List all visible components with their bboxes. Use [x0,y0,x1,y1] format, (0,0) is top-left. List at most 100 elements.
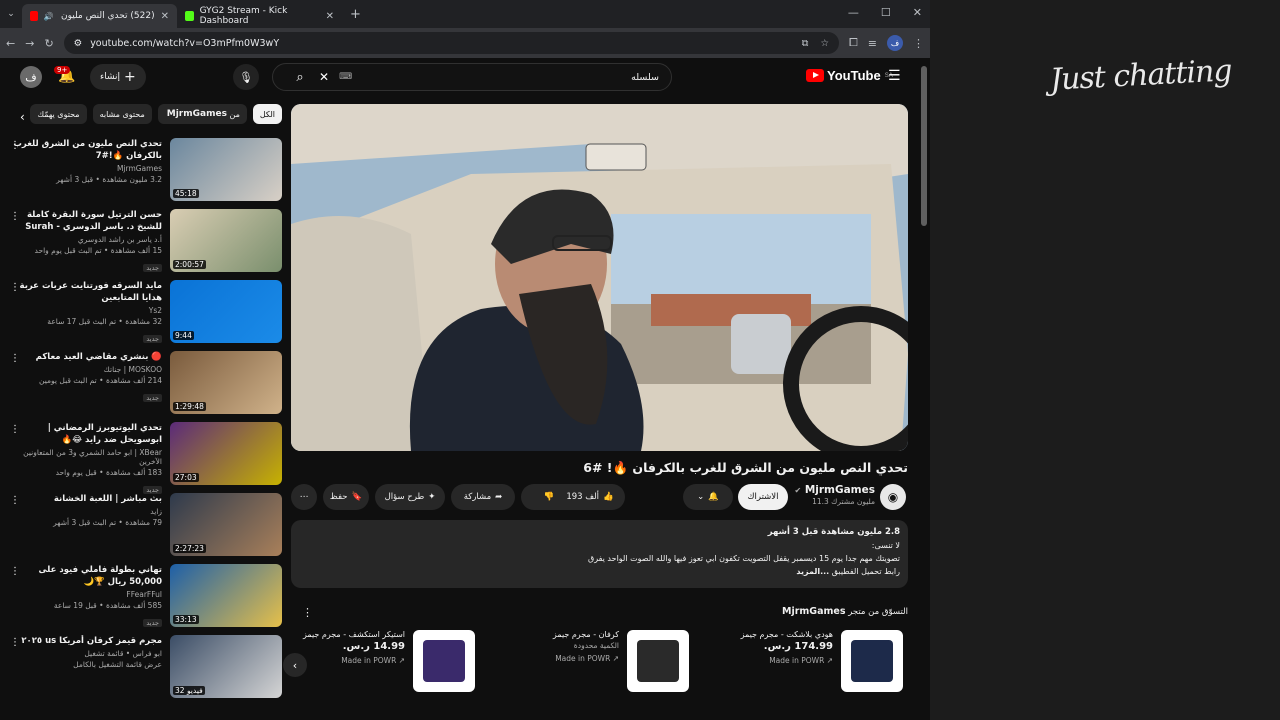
browser-profile-avatar[interactable]: ف [887,35,903,51]
address-bar[interactable]: ⚙ youtube.com/watch?v=O3mPfm0W3wY ⧉ ☆ [63,32,839,54]
channel-name[interactable]: أ.د ياسر بن راشد الدوسري [12,235,162,244]
voice-search-button[interactable]: 🎙 [233,64,259,90]
subscribe-button[interactable]: الاشتراك [738,484,788,510]
product-image[interactable] [841,630,903,692]
video-thumbnail[interactable]: 2:27:23 [170,493,282,556]
page-scrollbar[interactable] [918,58,930,720]
channel-name[interactable]: Ys2 [12,306,162,315]
video-title[interactable]: حسن الترتيل سورة البقرة كاملة للشيخ د. ي… [12,209,162,233]
like-button[interactable]: 193 ألف 👍 [555,484,625,510]
channel-avatar[interactable]: ◉ [880,484,906,510]
bookmark-star-icon[interactable]: ☆ [820,38,829,49]
product-image[interactable] [413,630,475,692]
channel-name[interactable]: MOSKOO | جناتك [12,365,162,374]
search-button[interactable]: ⌕ [285,64,315,90]
video-thumbnail[interactable]: 2:00:57 [170,209,282,272]
tab-kick[interactable]: GYG2 Stream - Kick Dashboard ✕ [177,4,342,28]
video-title[interactable]: تهاني بطولة فاملي فيود على 50,000 ريال 🏆… [12,564,162,588]
create-label: إنشاء [100,72,121,82]
keyboard-icon[interactable]: ⌨ [339,72,352,82]
channel-name[interactable]: FFearFFul [12,590,162,599]
merch-product-card[interactable]: هودي بلاشكت - مجرم جيمز 174.99 ر.س. ↗ Made… [701,628,905,692]
video-title[interactable]: تحدي اليوتيوبرز الرمضاني | ابوسويحل ضد ر… [12,422,162,446]
chip-all[interactable]: الكل [252,104,282,124]
list-item[interactable]: 33:13 ⋮ تهاني بطولة فاملي فيود على 50,000 … [8,564,282,634]
reload-icon[interactable]: ↻ [44,37,53,50]
tab-youtube[interactable]: 🔊 (522) تحدي النص مليون من ال ✕ [22,4,177,28]
chip-for-you[interactable]: محتوى يهمّك [30,104,87,124]
video-title[interactable]: بث مباشر | اللعبة الخشانة [12,493,162,505]
clear-search-icon[interactable]: ✕ [319,70,329,84]
youtube-logo[interactable]: YouTube SA [806,68,893,83]
channel-name[interactable]: ابو فراس • قائمة تشغيل [12,649,162,658]
chip-from-channel[interactable]: من MjrmGames [157,104,247,124]
video-thumbnail[interactable]: 33:13 [170,564,282,627]
made-in-text: Made in POWR [769,656,825,665]
video-title[interactable]: تحدي النص مليون من الشرق للغرب بالكرفان … [12,138,162,162]
video-thumbnail[interactable]: 9:44 [170,280,282,343]
video-title[interactable]: 🔴 بنشري مقاضي العيد معاكم [12,351,162,363]
channel-info[interactable]: ✔ MjrmGames 11.3 مليون مشترك [791,484,875,506]
share-button[interactable]: مشاركة ➦ [451,484,515,510]
close-tab-icon[interactable]: ✕ [326,11,334,22]
save-button[interactable]: حفظ 🔖 [323,484,369,510]
tab-search-icon[interactable]: ⌄ [0,9,22,19]
back-icon[interactable]: ← [6,37,15,50]
video-thumbnail[interactable]: 45:18 [170,138,282,201]
video-description[interactable]: 2.8 مليون مشاهدة قبل 3 أشهر لا تنسى: تصو… [291,520,908,588]
chip-similar[interactable]: محتوى مشابه [92,104,152,124]
share-label: مشاركة [463,492,492,502]
scrollbar-thumb[interactable] [921,66,927,226]
list-item[interactable]: 9:44 ⋮ مايد السرقه فورتنايت عربات عربة هدا… [8,280,282,350]
product-image[interactable] [627,630,689,692]
show-more-link[interactable]: ...المزيد [796,567,829,576]
maximize-icon[interactable]: ☐ [881,6,891,19]
close-window-icon[interactable]: ✕ [913,6,922,19]
hamburger-menu-icon[interactable]: ☰ [888,68,901,84]
new-tab-icon[interactable]: + [350,7,361,22]
video-thumbnail[interactable]: 32 فيديو [170,635,282,698]
notifications-button[interactable]: ⌄ 🔔 [683,484,733,510]
search-input[interactable]: سلسله [631,72,659,83]
video-title[interactable]: مايد السرقه فورتنايت عربات عربة هدايا ال… [12,280,162,304]
external-link-icon: ↗ [398,656,405,665]
ask-button[interactable]: طرح سؤال ✦ [375,484,445,510]
product-name: استيكر استكشف - مجرم جيمز [302,630,405,639]
video-meta: بث مباشر | اللعبة الخشانة زايد 79 مشاهدة •… [12,493,162,527]
search-box[interactable]: ⌕ ✕ ⌨ سلسله [272,63,672,91]
list-item[interactable]: 45:18 ⋮ تحدي النص مليون من الشرق للغرب بال… [8,138,282,208]
close-tab-icon[interactable]: ✕ [161,11,169,22]
list-item[interactable]: 2:00:57 ⋮ حسن الترتيل سورة البقرة كاملة لل… [8,209,282,279]
avatar[interactable]: ف [20,66,42,88]
video-title[interactable]: مجرم قيمز كرفان أمريكا us ٢٠٢٥ [12,635,162,647]
channel-name[interactable]: XBear | ابو حامد الشمري و3 من المتعاونين… [12,448,162,466]
cast-icon[interactable]: ⧉ [802,38,809,49]
video-player[interactable] [291,104,908,451]
external-link-icon: ↗ [612,654,619,663]
site-info-icon[interactable]: ⚙ [74,38,83,49]
extensions-icon[interactable]: ⧠ [849,36,858,50]
list-item[interactable]: 32 فيديو ⋮ مجرم قيمز كرفان أمريكا us ٢٠٢٥ ا… [8,635,282,705]
store-more-icon[interactable]: ⋮ [302,606,313,619]
create-button[interactable]: إنشاء + [90,64,146,90]
store-heading: التسوّق من متجر MjrmGames [300,606,908,617]
list-item[interactable]: 1:29:48 ⋮ 🔴 بنشري مقاضي العيد معاكم MOSKOO … [8,351,282,421]
merch-product-card[interactable]: كرفان - مجرم جيمز الكمية محدودة ↗ Made in … [487,628,691,692]
more-actions-button[interactable]: ⋯ [291,484,317,510]
carousel-prev-button[interactable]: ‹ [283,653,307,677]
channel-name[interactable]: MjrmGames [12,164,162,173]
forward-icon[interactable]: → [25,37,34,50]
video-thumbnail[interactable]: 1:29:48 [170,351,282,414]
channel-name: ✔ MjrmGames [791,484,875,496]
list-item[interactable]: 2:27:23 ⋮ بث مباشر | اللعبة الخشانة زايد 79 … [8,493,282,563]
browser-menu-icon[interactable]: ⋮ [913,37,924,50]
chip-channel: MjrmGames [166,109,227,119]
minimize-icon[interactable]: — [848,6,859,19]
media-icon[interactable]: ≡ [868,37,877,50]
audio-icon[interactable]: 🔊 [44,12,54,21]
video-thumbnail[interactable]: 27:03 [170,422,282,485]
new-badge: جديد [143,619,162,627]
video-stats: 585 ألف مشاهدة • قبل 19 ساعة [53,601,162,610]
list-item[interactable]: 27:03 ⋮ تحدي اليوتيوبرز الرمضاني | ابوسويح… [8,422,282,494]
channel-name[interactable]: زايد [12,507,162,516]
